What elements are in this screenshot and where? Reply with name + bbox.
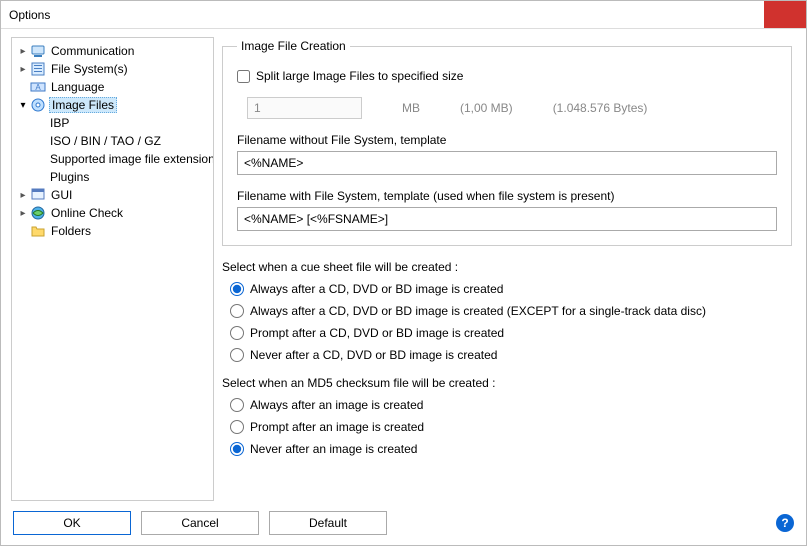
tree-label: Language — [49, 80, 106, 94]
tree-label: Image Files — [49, 97, 117, 113]
tree-item-language[interactable]: ▸ A Language — [12, 78, 214, 96]
tree-label: Communication — [49, 44, 136, 58]
content-pane: Image File Creation Split large Image Fi… — [222, 37, 796, 501]
cue-opt3: Prompt after a CD, DVD or BD image is cr… — [250, 326, 504, 340]
chevron-right-icon[interactable]: ▸ — [16, 64, 30, 75]
tpl-nofs-input[interactable] — [237, 151, 777, 175]
tpl-nofs-label: Filename without File System, template — [237, 133, 777, 147]
split-label: Split large Image Files to specified siz… — [256, 69, 463, 83]
split-unit: MB — [402, 101, 420, 115]
tree-label: Supported image file extension — [48, 152, 214, 166]
cue-radio-never[interactable] — [230, 348, 244, 362]
cancel-button[interactable]: Cancel — [141, 511, 259, 535]
cue-radio-always[interactable] — [230, 282, 244, 296]
tree-item-ibp[interactable]: IBP — [12, 114, 214, 132]
cue-radio-prompt[interactable] — [230, 326, 244, 340]
online-check-icon — [30, 205, 46, 221]
split-checkbox[interactable] — [237, 70, 250, 83]
close-button[interactable] — [764, 1, 806, 28]
md5-radio-prompt[interactable] — [230, 420, 244, 434]
tree-item-iso[interactable]: ISO / BIN / TAO / GZ — [12, 132, 214, 150]
tree-item-filesystems[interactable]: ▸ File System(s) — [12, 60, 214, 78]
tree-item-imagefiles[interactable]: ▾ Image Files — [12, 96, 214, 114]
group-legend: Image File Creation — [237, 39, 350, 53]
chevron-down-icon[interactable]: ▾ — [16, 100, 30, 111]
communication-icon — [30, 43, 46, 59]
button-bar: OK Cancel Default ? — [1, 501, 806, 545]
tree-item-folders[interactable]: ▸ Folders — [12, 222, 214, 240]
split-hint-mb: (1,00 MB) — [460, 101, 513, 115]
md5-opt3: Never after an image is created — [250, 442, 417, 456]
language-icon: A — [30, 79, 46, 95]
cue-opt1: Always after a CD, DVD or BD image is cr… — [250, 282, 503, 296]
cue-opt2: Always after a CD, DVD or BD image is cr… — [250, 304, 706, 318]
help-button[interactable]: ? — [776, 514, 794, 532]
tree-label: File System(s) — [49, 62, 130, 76]
md5-opt1: Always after an image is created — [250, 398, 423, 412]
tree-item-gui[interactable]: ▸ GUI — [12, 186, 214, 204]
svg-text:A: A — [35, 83, 41, 92]
chevron-right-icon[interactable]: ▸ — [16, 46, 30, 57]
cue-opt4: Never after a CD, DVD or BD image is cre… — [250, 348, 497, 362]
md5-radio-never[interactable] — [230, 442, 244, 456]
tree-label: IBP — [48, 116, 71, 130]
cue-radio-except[interactable] — [230, 304, 244, 318]
md5-opt2: Prompt after an image is created — [250, 420, 424, 434]
tree-label: Folders — [49, 224, 93, 238]
titlebar: Options — [1, 1, 806, 29]
md5-radio-always[interactable] — [230, 398, 244, 412]
split-size-input[interactable] — [247, 97, 362, 119]
filesystem-icon — [30, 61, 46, 77]
ok-button[interactable]: OK — [13, 511, 131, 535]
tree-item-plugins[interactable]: Plugins — [12, 168, 214, 186]
tree-label: Plugins — [48, 170, 91, 184]
tpl-fs-input[interactable] — [237, 207, 777, 231]
split-hint-bytes: (1.048.576 Bytes) — [553, 101, 648, 115]
gui-icon — [30, 187, 46, 203]
tpl-fs-label: Filename with File System, template (use… — [237, 189, 777, 203]
tree-item-onlinecheck[interactable]: ▸ Online Check — [12, 204, 214, 222]
window-title: Options — [9, 8, 764, 22]
tree-item-communication[interactable]: ▸ Communication — [12, 42, 214, 60]
tree-label: Online Check — [49, 206, 125, 220]
tree-label: GUI — [49, 188, 74, 202]
default-button[interactable]: Default — [269, 511, 387, 535]
nav-tree[interactable]: ▸ Communication ▸ File System(s) ▸ A Lan… — [11, 37, 214, 501]
cue-title: Select when a cue sheet file will be cre… — [222, 260, 792, 274]
chevron-right-icon[interactable]: ▸ — [16, 208, 30, 219]
tree-item-supported[interactable]: Supported image file extension — [12, 150, 214, 168]
help-icon: ? — [781, 516, 788, 530]
md5-title: Select when an MD5 checksum file will be… — [222, 376, 792, 390]
folder-icon — [30, 223, 46, 239]
image-file-creation-group: Image File Creation Split large Image Fi… — [222, 39, 792, 246]
image-files-icon — [30, 97, 46, 113]
tree-label: ISO / BIN / TAO / GZ — [48, 134, 163, 148]
chevron-right-icon[interactable]: ▸ — [16, 190, 30, 201]
